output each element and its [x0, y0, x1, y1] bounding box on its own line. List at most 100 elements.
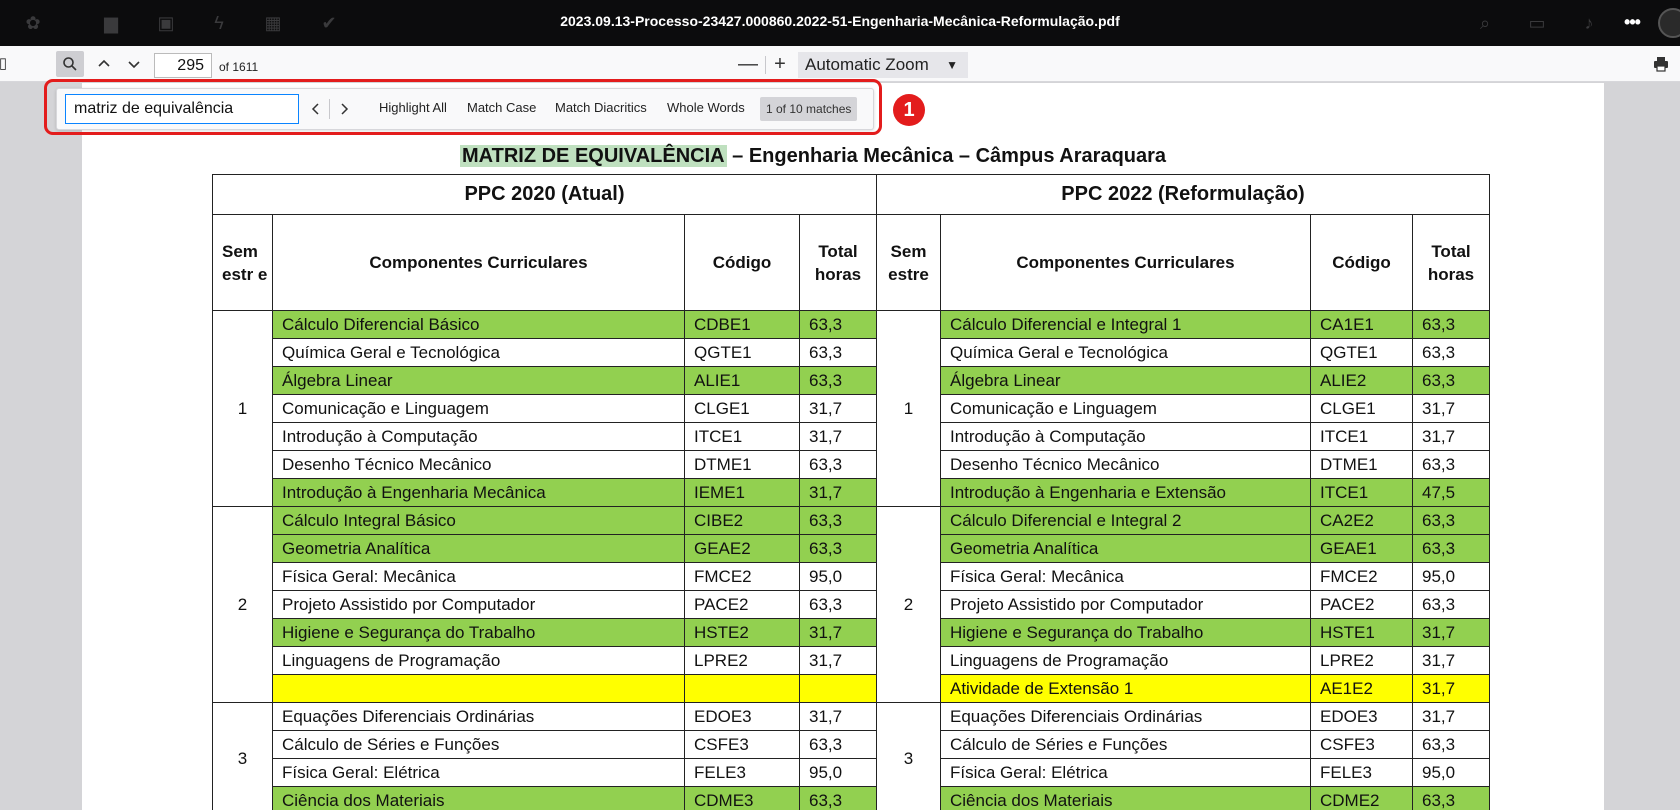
component-hours-left: 63,3: [799, 534, 877, 563]
component-name-left: [272, 674, 685, 703]
previous-page-button[interactable]: [92, 51, 116, 77]
component-code-left: HSTE2: [684, 618, 800, 647]
component-hours-right: 63,3: [1412, 786, 1490, 810]
component-hours-right: 63,3: [1412, 450, 1490, 479]
header-components-left: Componentes Curriculares: [272, 214, 685, 311]
component-code-right: PACE2: [1310, 590, 1413, 619]
component-name-right: Desenho Técnico Mecânico: [940, 450, 1311, 479]
chevron-up-icon: [98, 59, 110, 67]
component-hours-left: 31,7: [799, 422, 877, 451]
component-name-left: Cálculo de Séries e Funções: [272, 730, 685, 759]
component-hours-left: 31,7: [799, 646, 877, 675]
component-name-right: Equações Diferenciais Ordinárias: [940, 702, 1311, 731]
page-count: of 1611: [219, 60, 259, 74]
component-code-left: FMCE2: [684, 562, 800, 591]
more-options-button[interactable]: •••: [1618, 10, 1646, 36]
component-code-left: QGTE1: [684, 338, 800, 367]
component-hours-right: 95,0: [1412, 562, 1490, 591]
component-code-right: FELE3: [1310, 758, 1413, 787]
header-hours-right: Total horas: [1412, 214, 1490, 311]
component-hours-right: 63,3: [1412, 366, 1490, 395]
page-number-input[interactable]: 295: [154, 53, 212, 78]
component-code-right: HSTE1: [1310, 618, 1413, 647]
component-code-right: ITCE1: [1310, 478, 1413, 507]
component-name-right: Introdução à Engenharia e Extensão: [940, 478, 1311, 507]
table-body: 1 Cálculo Diferencial Básico CDBE1 63,3 1 Cál…: [212, 310, 1490, 810]
component-code-right: QGTE1: [1310, 338, 1413, 367]
component-code-left: IEME1: [684, 478, 800, 507]
header-code-right: Código: [1310, 214, 1413, 311]
zoom-select[interactable]: Automatic Zoom ▼: [798, 52, 968, 78]
table-row: Ciência dos Materiais CDME3 63,3 Ciência do…: [213, 786, 1490, 810]
component-code-left: PACE2: [684, 590, 800, 619]
component-code-right: LPRE2: [1310, 646, 1413, 675]
component-name-left: Ciência dos Materiais: [272, 786, 685, 810]
sidebar-toggle-icon[interactable]: ▯: [0, 51, 14, 77]
avatar[interactable]: [1658, 8, 1680, 38]
component-code-right: EDOE3: [1310, 702, 1413, 731]
component-code-right: ALIE2: [1310, 366, 1413, 395]
semester-cell-left: 2: [212, 506, 273, 703]
search-icon[interactable]: ⌕: [1474, 12, 1496, 34]
zoom-in-button[interactable]: +: [768, 51, 792, 77]
component-hours-left: 63,3: [799, 590, 877, 619]
equivalence-table: PPC 2020 (Atual) PPC 2022 (Reformulação)…: [212, 174, 1490, 810]
chevron-down-icon: ▼: [946, 58, 958, 72]
component-code-right: FMCE2: [1310, 562, 1413, 591]
window-title: 2023.09.13-Processo-23427.000860.2022-51…: [560, 13, 1120, 29]
toolbar-separator: [765, 56, 766, 74]
window-icon[interactable]: ▭: [1526, 12, 1548, 34]
component-name-left: Geometria Analítica: [272, 534, 685, 563]
component-code-left: DTME1: [684, 450, 800, 479]
next-page-button[interactable]: [122, 51, 146, 77]
component-name-right: Física Geral: Elétrica: [940, 758, 1311, 787]
component-code-right: CDME2: [1310, 786, 1413, 810]
component-code-left: ITCE1: [684, 422, 800, 451]
component-name-right: Física Geral: Mecânica: [940, 562, 1311, 591]
find-toggle-button[interactable]: [56, 51, 84, 77]
table-row: Atividade de Extensão 1 AE1E2 31,7: [213, 674, 1490, 703]
component-hours-left: 31,7: [799, 394, 877, 423]
semester-cell-left: 1: [212, 310, 273, 507]
table-row: 2 Cálculo Integral Básico CIBE2 63,3 2 Cálcul…: [212, 506, 1490, 703]
component-name-left: Introdução à Computação: [272, 422, 685, 451]
component-name-left: Cálculo Integral Básico: [272, 506, 685, 535]
component-hours-right: 31,7: [1412, 674, 1490, 703]
zoom-out-button[interactable]: —: [736, 51, 760, 77]
pdf-toolbar: ▯ 295 of 1611 — + Automatic Zoom ▼: [0, 46, 1680, 82]
component-name-right: Introdução à Computação: [940, 422, 1311, 451]
component-name-right: Atividade de Extensão 1: [940, 674, 1311, 703]
component-code-left: CDBE1: [684, 310, 800, 339]
component-name-right: Álgebra Linear: [940, 366, 1311, 395]
left-section-title: PPC 2020 (Atual): [212, 174, 877, 215]
component-hours-left: 63,3: [799, 786, 877, 810]
header-semester-right: Sem estre: [876, 214, 941, 311]
title-bar: ✿ ▆ ▣ ϟ ▦ ✔ 2023.09.13-Processo-23427.00…: [0, 0, 1680, 46]
component-name-right: Ciência dos Materiais: [940, 786, 1311, 810]
semester-cell-right: 1: [876, 310, 941, 507]
component-code-left: FELE3: [684, 758, 800, 787]
table-row: Cálculo de Séries e Funções CSFE3 63,3 Cálc…: [213, 730, 1490, 759]
zoom-select-value: Automatic Zoom: [805, 55, 929, 74]
annotation-badge: 1: [893, 94, 925, 126]
component-name-right: Cálculo Diferencial e Integral 1: [940, 310, 1311, 339]
search-icon: [63, 57, 77, 71]
component-hours-right: 31,7: [1412, 422, 1490, 451]
component-hours-left: 95,0: [799, 758, 877, 787]
component-code-left: LPRE2: [684, 646, 800, 675]
print-button[interactable]: [1648, 51, 1674, 77]
component-code-right: AE1E2: [1310, 674, 1413, 703]
component-name-left: Comunicação e Linguagem: [272, 394, 685, 423]
printer-icon: [1654, 57, 1668, 72]
component-hours-left: 63,3: [799, 310, 877, 339]
header-hours-left: Total horas: [799, 214, 877, 311]
component-name-left: Desenho Técnico Mecânico: [272, 450, 685, 479]
component-code-right: GEAE1: [1310, 534, 1413, 563]
table-row: Higiene e Segurança do Trabalho HSTE2 31,7…: [213, 618, 1490, 647]
header-code-left: Código: [684, 214, 800, 311]
annotation-highlight-box: [44, 79, 882, 135]
table-row: Linguagens de Programação LPRE2 31,7 Lingua…: [213, 646, 1490, 675]
bell-icon[interactable]: ♪: [1578, 12, 1600, 34]
component-code-left: CDME3: [684, 786, 800, 810]
table-row: Física Geral: Elétrica FELE3 95,0 Física Ge…: [213, 758, 1490, 787]
